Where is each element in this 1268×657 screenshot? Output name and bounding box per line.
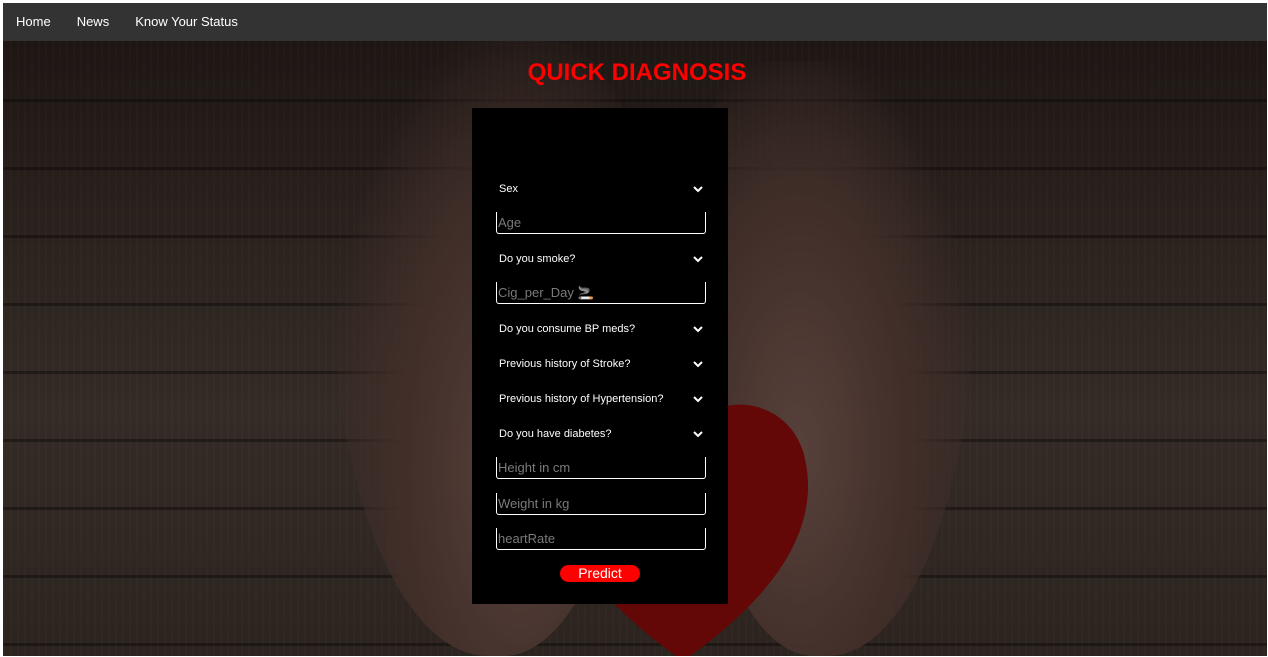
page-title: QUICK DIAGNOSIS <box>527 59 747 86</box>
hypertension-history-select-value: Previous history of Hypertension? <box>499 393 664 405</box>
hero-section: QUICK DIAGNOSIS Sex Do you smoke? Do you… <box>3 41 1267 656</box>
stroke-history-select[interactable]: Previous history of Stroke? <box>496 354 706 374</box>
age-input[interactable] <box>497 212 705 233</box>
age-field-wrapper <box>496 212 706 234</box>
weight-input[interactable] <box>497 493 705 514</box>
chevron-down-icon <box>693 396 703 403</box>
cig-per-day-input[interactable] <box>497 282 705 303</box>
weight-field-wrapper <box>496 493 706 515</box>
height-input[interactable] <box>497 457 705 478</box>
cig-per-day-field-wrapper <box>496 282 706 304</box>
nav-home-link[interactable]: Home <box>3 3 64 41</box>
height-field-wrapper <box>496 457 706 479</box>
chevron-down-icon <box>693 326 703 333</box>
chevron-down-icon <box>693 256 703 263</box>
app-frame: Home News Know Your Status QUICK DIAGNOS… <box>3 3 1267 656</box>
chevron-down-icon <box>693 186 703 193</box>
diabetes-select[interactable]: Do you have diabetes? <box>496 424 706 444</box>
hypertension-history-select[interactable]: Previous history of Hypertension? <box>496 389 706 409</box>
stroke-history-select-value: Previous history of Stroke? <box>499 358 631 370</box>
chevron-down-icon <box>693 431 703 438</box>
nav-news-link[interactable]: News <box>64 3 123 41</box>
heart-rate-field-wrapper <box>496 528 706 550</box>
diagnosis-form: Sex Do you smoke? Do you consume BP meds… <box>472 108 728 604</box>
nav-know-your-status-link[interactable]: Know Your Status <box>122 3 251 41</box>
bp-meds-select-value: Do you consume BP meds? <box>499 323 636 335</box>
predict-button[interactable]: Predict <box>560 565 640 582</box>
sex-select-value: Sex <box>499 183 518 195</box>
chevron-down-icon <box>693 361 703 368</box>
sex-select[interactable]: Sex <box>496 179 706 199</box>
smoke-select-value: Do you smoke? <box>499 253 576 265</box>
diabetes-select-value: Do you have diabetes? <box>499 428 612 440</box>
smoke-select[interactable]: Do you smoke? <box>496 249 706 269</box>
heart-rate-input[interactable] <box>497 528 705 549</box>
top-navbar: Home News Know Your Status <box>3 3 1267 41</box>
bp-meds-select[interactable]: Do you consume BP meds? <box>496 319 706 339</box>
